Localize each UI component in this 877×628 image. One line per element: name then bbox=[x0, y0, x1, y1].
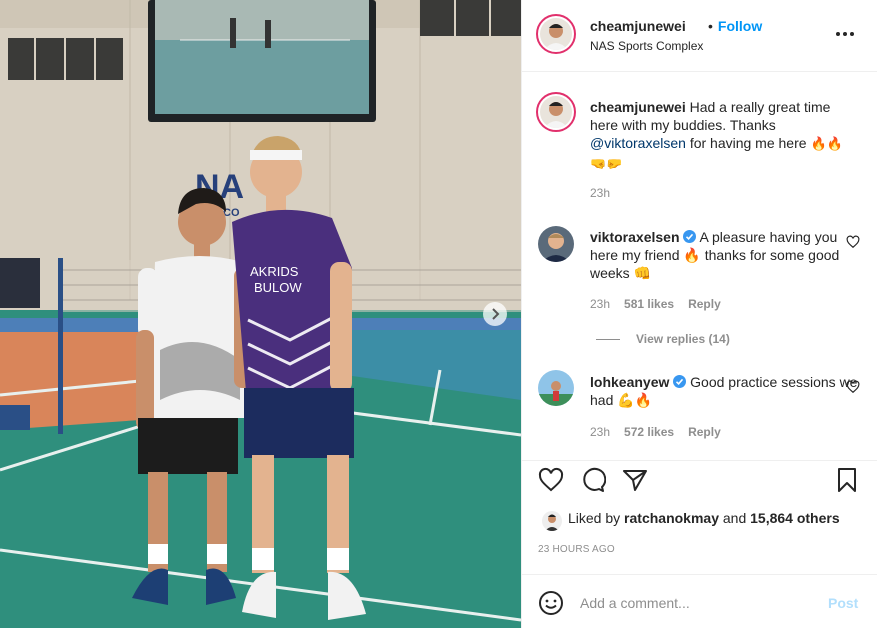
liker-username[interactable]: ratchanokmay bbox=[624, 510, 719, 526]
commenter-avatar[interactable] bbox=[538, 226, 574, 262]
caption-text-2: for having me here bbox=[689, 135, 807, 151]
comment-2: lohkeanyew Good practice sessions we had… bbox=[590, 373, 860, 409]
svg-text:BULOW: BULOW bbox=[254, 280, 302, 295]
post-caption: cheamjunewei Had a really great time her… bbox=[590, 98, 860, 174]
emoji-icon[interactable] bbox=[538, 590, 564, 616]
share-icon[interactable] bbox=[622, 467, 648, 493]
post-actions bbox=[522, 460, 877, 500]
post-timestamp: 23 HOURS AGO bbox=[538, 544, 615, 555]
comment-meta: 23h 581 likes Reply bbox=[590, 297, 721, 311]
view-replies-button[interactable]: View replies (14) bbox=[596, 332, 730, 346]
location-link[interactable]: NAS Sports Complex bbox=[590, 39, 703, 53]
liked-by-and: and bbox=[722, 510, 747, 526]
view-replies-label: View replies (14) bbox=[636, 332, 730, 346]
comment-username[interactable]: lohkeanyew bbox=[590, 374, 669, 390]
author-avatar[interactable] bbox=[536, 14, 576, 54]
post-photo: NA RTS CO bbox=[0, 0, 521, 628]
chevron-right-icon bbox=[492, 308, 500, 320]
add-comment-bar: Post bbox=[522, 574, 877, 628]
caption-avatar[interactable] bbox=[536, 92, 576, 132]
comment-username[interactable]: viktoraxelsen bbox=[590, 229, 680, 245]
author-username[interactable]: cheamjunewei bbox=[590, 18, 686, 34]
liker-avatar[interactable] bbox=[542, 511, 562, 531]
reply-button[interactable]: Reply bbox=[688, 297, 721, 311]
like-icon[interactable] bbox=[538, 467, 564, 493]
comment-likes[interactable]: 581 likes bbox=[624, 297, 674, 311]
post-header: cheamjunewei • Follow NAS Sports Complex bbox=[522, 0, 877, 72]
comment-time: 23h bbox=[590, 425, 611, 439]
caption-username[interactable]: cheamjunewei bbox=[590, 99, 686, 115]
comment-likes[interactable]: 572 likes bbox=[624, 425, 674, 439]
caption-time: 23h bbox=[590, 186, 611, 200]
verified-badge-icon bbox=[683, 230, 697, 243]
comment-1: viktoraxelsen A pleasure having you here… bbox=[590, 228, 860, 282]
comment-input[interactable] bbox=[580, 592, 810, 614]
like-comment-icon[interactable] bbox=[846, 235, 860, 249]
more-options-icon[interactable] bbox=[834, 24, 856, 44]
save-icon[interactable] bbox=[834, 467, 860, 493]
verified-badge-icon bbox=[673, 375, 687, 388]
commenter-avatar[interactable] bbox=[538, 370, 574, 406]
comment-icon[interactable] bbox=[580, 467, 606, 493]
liked-by-summary: Liked by ratchanokmay and 15,864 others bbox=[568, 510, 840, 526]
liked-by-prefix: Liked by bbox=[568, 510, 621, 526]
reply-button[interactable]: Reply bbox=[688, 425, 721, 439]
badminton-players-photo: NA RTS CO bbox=[0, 0, 521, 628]
likes-count[interactable]: 15,864 others bbox=[750, 510, 840, 526]
follow-label: Follow bbox=[717, 18, 763, 34]
post-detail-panel: cheamjunewei • Follow NAS Sports Complex … bbox=[521, 0, 877, 628]
caption-mention[interactable]: @viktoraxelsen bbox=[590, 135, 686, 151]
svg-text:AKRIDS: AKRIDS bbox=[250, 264, 299, 279]
comment-meta: 23h 572 likes Reply bbox=[590, 425, 721, 439]
post-comment-button[interactable]: Post bbox=[828, 595, 858, 611]
separator-dot: • bbox=[708, 18, 713, 34]
like-comment-icon[interactable] bbox=[846, 380, 860, 394]
comment-time: 23h bbox=[590, 297, 611, 311]
follow-button[interactable]: • Follow bbox=[708, 18, 762, 34]
next-photo-button[interactable] bbox=[483, 302, 507, 326]
